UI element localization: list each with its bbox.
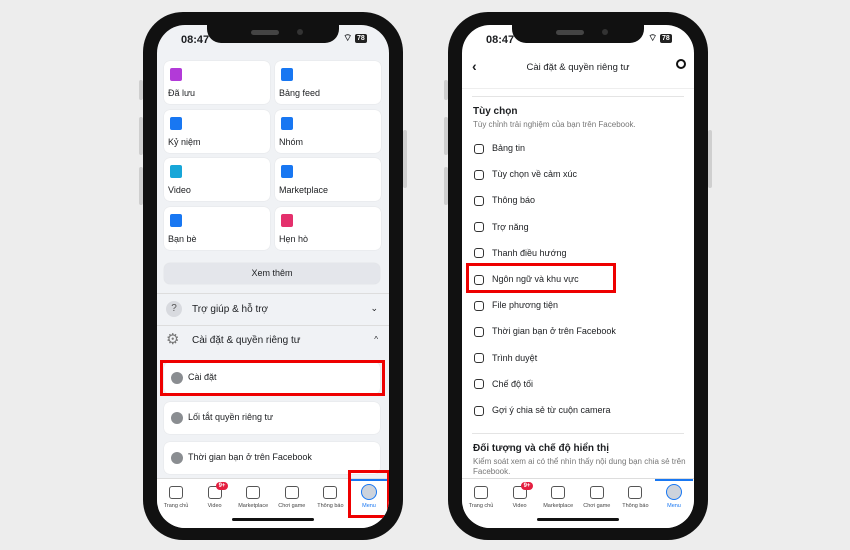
settings-item-camera[interactable]: Gợi ý chia sẻ từ cuộn camera: [474, 402, 610, 418]
clock-icon: [474, 327, 484, 338]
settings-item-moon[interactable]: Chế độ tối: [474, 376, 533, 392]
menu-avatar-icon: [666, 484, 682, 500]
home-icon: [169, 486, 183, 499]
accessibility-icon: [474, 222, 484, 233]
settings-item-clock[interactable]: Thời gian bạn ở trên Facebook: [474, 323, 616, 339]
chevron-down-icon: ⌄: [370, 303, 378, 313]
page-title: Cài đặt & quyền riêng tư: [526, 62, 630, 73]
gear-icon: ⚙: [166, 331, 180, 348]
nav-gaming[interactable]: Chơi game: [273, 479, 311, 515]
settings-privacy-row[interactable]: ⚙ Cài đặt & quyền riêng tư ^: [164, 332, 380, 352]
nav-home[interactable]: Trang chủ: [157, 479, 195, 515]
pin-icon: [474, 248, 484, 259]
section-audience-title: Đối tượng và chế độ hiển thị: [473, 443, 610, 454]
battery-icon: 78: [355, 34, 367, 43]
nav-video[interactable]: Video 9+: [501, 479, 539, 515]
sliders-icon: [474, 143, 484, 154]
clock-icon: [171, 452, 183, 464]
settings-item[interactable]: Lối tắt quyền riêng tư: [164, 402, 380, 434]
wifi-icon: ⌔: [343, 33, 353, 44]
nav-marketplace[interactable]: Marketplace: [539, 479, 577, 515]
notification-badge: 9+: [215, 482, 229, 490]
battery-icon: 78: [660, 34, 672, 43]
settings-item-bell[interactable]: Thông báo: [474, 192, 535, 208]
section-preferences-title: Tùy chọn: [473, 106, 518, 117]
nav-home[interactable]: Trang chủ: [462, 479, 500, 515]
marketplace-icon: [281, 165, 293, 178]
notification-badge: 9+: [520, 482, 534, 490]
menu-screen: 08:47 ⌔ 78 Đã lưu Bảng feed Kỷ niệm Nhóm Vid…: [157, 25, 389, 528]
reaction-icon: [474, 169, 484, 180]
lock-icon: [171, 412, 183, 424]
nav-gaming[interactable]: Chơi game: [578, 479, 616, 515]
shortcut-bookmark[interactable]: Đã lưu: [164, 61, 270, 104]
shortcut-video[interactable]: Video: [164, 158, 270, 201]
settings-item-browser[interactable]: Trình duyệt: [474, 350, 537, 366]
phone-right: 08:47 ⌔ 78 ‹ Cài đặt & quyền riêng tư Tù…: [444, 12, 712, 540]
feed-icon: [281, 68, 293, 81]
highlight-settings: [160, 360, 385, 396]
shortcut-groups[interactable]: Nhóm: [275, 109, 381, 153]
groups-icon: [281, 116, 293, 130]
help-support-row[interactable]: ? Trợ giúp & hỗ trợ ⌄: [164, 301, 380, 321]
camera-icon: [474, 405, 484, 416]
highlight-menu: [348, 470, 389, 518]
nav-bell[interactable]: Thông báo: [311, 479, 349, 515]
settings-item-accessibility[interactable]: Trợ năng: [474, 219, 529, 235]
phone-left: 08:47 ⌔ 78 Đã lưu Bảng feed Kỷ niệm Nhóm Vid…: [139, 12, 407, 540]
heart-icon: [281, 213, 293, 227]
settings-item-pin[interactable]: Thanh điều hướng: [474, 245, 566, 261]
highlight-language: [466, 263, 616, 293]
nav-bell[interactable]: Thông báo: [616, 479, 654, 515]
shortcut-heart[interactable]: Hẹn hò: [275, 206, 381, 250]
shortcut-feed[interactable]: Bảng feed: [275, 61, 381, 104]
nav-video[interactable]: Video 9+: [196, 479, 234, 515]
question-icon: ?: [166, 301, 182, 317]
moon-icon: [474, 379, 484, 390]
shortcut-marketplace[interactable]: Marketplace: [275, 158, 381, 201]
bell-icon: [628, 486, 643, 499]
media-file-icon: [474, 300, 484, 311]
settings-screen: 08:47 ⌔ 78 ‹ Cài đặt & quyền riêng tư Tù…: [462, 25, 694, 528]
home-icon: [474, 486, 488, 499]
gaming-icon: [589, 486, 604, 499]
settings-item-sliders[interactable]: Bảng tin: [474, 140, 525, 156]
shortcut-memories[interactable]: Kỷ niệm: [164, 109, 270, 153]
memories-icon: [170, 116, 182, 130]
nav-menu-avatar[interactable]: Menu: [655, 479, 693, 515]
settings-item-media-file[interactable]: File phương tiện: [474, 297, 558, 313]
chevron-up-icon: ^: [374, 335, 378, 344]
bell-icon: [323, 486, 338, 499]
bell-icon: [474, 196, 484, 207]
see-more-button[interactable]: Xem thêm: [164, 263, 380, 284]
search-icon[interactable]: [676, 59, 686, 69]
bookmark-icon: [170, 68, 182, 81]
marketplace-icon: [246, 486, 261, 499]
gaming-icon: [284, 486, 299, 499]
friends-icon: [170, 213, 182, 227]
browser-icon: [474, 353, 484, 364]
nav-marketplace[interactable]: Marketplace: [234, 479, 272, 515]
marketplace-icon: [551, 486, 566, 499]
shortcut-friends[interactable]: Bạn bè: [164, 206, 270, 250]
settings-item-reaction[interactable]: Tùy chọn về cảm xúc: [474, 166, 577, 182]
video-icon: [170, 165, 182, 178]
wifi-icon: ⌔: [648, 33, 658, 44]
